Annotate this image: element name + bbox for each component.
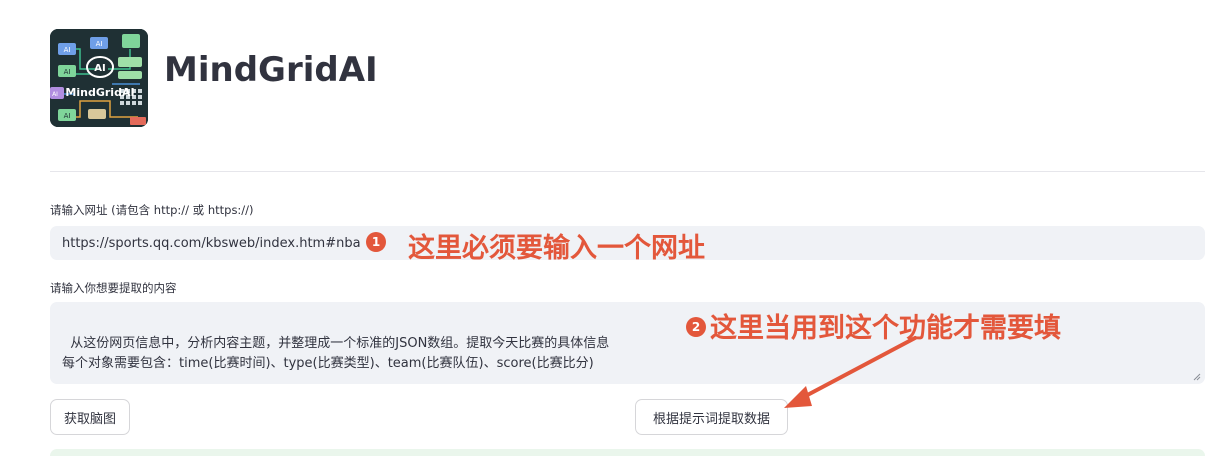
mindgrid-logo-icon: AI MindGridAI AI AI AI AI AI <box>50 29 148 127</box>
annotation-arrow-icon <box>784 336 917 408</box>
logo-node-label: AI <box>64 68 71 76</box>
logo-brand-text: MindGridAI <box>65 86 134 99</box>
logo-node-label: AI <box>96 40 103 48</box>
annotation-note-1: 这里必须要输入一个网址 <box>408 233 705 264</box>
get-mindmap-button[interactable]: 获取脑图 <box>50 399 130 435</box>
annotation-badge-2: 2 <box>686 317 706 337</box>
header-divider <box>50 171 1205 172</box>
result-panel <box>50 449 1205 456</box>
logo-node-label: AI <box>52 91 58 98</box>
app-title: MindGridAI <box>164 50 378 90</box>
logo-node-label: AI <box>64 46 71 54</box>
extract-data-button[interactable]: 根据提示词提取数据 <box>635 399 788 435</box>
prompt-text: 从这份网页信息中，分析内容主题，并整理成一个标准的JSON数组。提取今天比赛的具… <box>62 336 610 371</box>
annotation-badge-1: 1 <box>366 232 386 252</box>
logo-node-label: AI <box>64 112 71 120</box>
prompt-field-label: 请输入你想要提取的内容 <box>50 281 177 295</box>
resize-handle-icon[interactable] <box>1193 373 1201 381</box>
app-logo: AI MindGridAI AI AI AI AI AI <box>50 29 148 127</box>
logo-center-text: AI <box>94 63 105 74</box>
url-field-label: 请输入网址 (请包含 http:// 或 https://) <box>50 203 254 217</box>
